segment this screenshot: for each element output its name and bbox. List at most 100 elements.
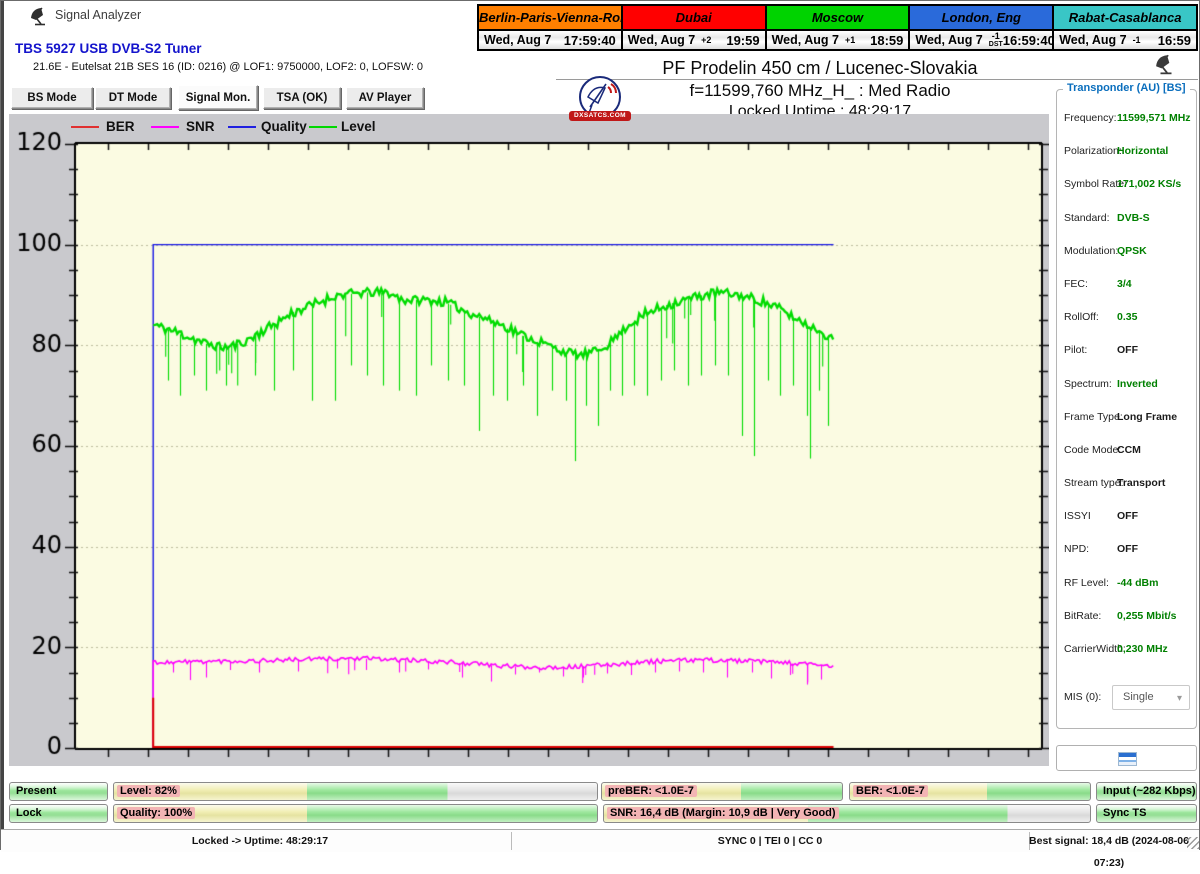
clock-time: 16:59 bbox=[1157, 32, 1191, 48]
status-sync-tei-cc: SYNC 0 | TEI 0 | CC 0 bbox=[717, 835, 823, 847]
transponder-row-label: BitRate: bbox=[1064, 609, 1102, 622]
clock-city-label: Berlin-Paris-Vienna-Roma bbox=[479, 6, 621, 31]
transponder-row-label: FEC: bbox=[1064, 277, 1088, 290]
transponder-row-label: RollOff: bbox=[1064, 311, 1099, 324]
snapshot-icon bbox=[1118, 752, 1137, 766]
transponder-row-label: Pilot: bbox=[1064, 344, 1088, 357]
preber-meter: preBER: <1.0E-7 bbox=[601, 782, 843, 801]
tab-signal-mon[interactable]: Signal Mon. bbox=[178, 85, 258, 110]
clock-time: 19:59 bbox=[726, 32, 760, 48]
transponder-panel-title: Transponder (AU) [BS] bbox=[1063, 82, 1190, 94]
transponder-row-value: 3/4 bbox=[1117, 277, 1132, 290]
transponder-rows: Frequency: 11599,571 MHz Polarization: Hori… bbox=[1057, 112, 1196, 657]
transponder-row-label: Frequency: bbox=[1064, 112, 1117, 124]
input-indicator: Input (~282 Kbps) bbox=[1096, 782, 1197, 801]
transponder-row: RollOff: 0.35 bbox=[1057, 311, 1196, 325]
clock-berlin: Berlin-Paris-Vienna-Roma Wed, Aug 7 17:5… bbox=[479, 6, 621, 49]
status-best-signal: Best signal: 18,4 dB (2024-08-06 07:23) bbox=[1029, 835, 1189, 869]
transponder-row-label: Spectrum: bbox=[1064, 377, 1112, 390]
snr-meter: SNR: 16,4 dB (Margin: 10,9 dB | Very Goo… bbox=[603, 804, 1091, 823]
tab-tsa[interactable]: TSA (OK) bbox=[263, 87, 341, 109]
legend-ber-line bbox=[71, 126, 99, 128]
transponder-row: FEC: 3/4 bbox=[1057, 278, 1196, 292]
transponder-row-value: QPSK bbox=[1117, 244, 1147, 257]
window-title: Signal Analyzer bbox=[55, 8, 142, 22]
clock-city-label: Moscow bbox=[766, 6, 909, 31]
sync-ts-indicator: Sync TS bbox=[1096, 804, 1197, 823]
clock-city-label: Dubai bbox=[622, 6, 765, 31]
transponder-row-value: CCM bbox=[1117, 443, 1141, 456]
clock-time: 16:59:40 bbox=[1002, 32, 1055, 48]
app-window: Signal Analyzer Berlin-Paris-Vienna-Roma… bbox=[0, 0, 1200, 869]
transponder-row-value: DVB-S bbox=[1117, 211, 1150, 224]
clock-date: Wed, Aug 7 bbox=[771, 33, 839, 47]
transponder-row-value: 171,002 KS/s bbox=[1117, 178, 1182, 191]
transponder-row-label: NPD: bbox=[1064, 543, 1090, 556]
transponder-row-label: Code Mode: bbox=[1064, 443, 1122, 456]
clock-london: London, Eng Wed, Aug 7 -1 DST 16:59:40 bbox=[908, 6, 1055, 49]
transponder-row-value: Inverted bbox=[1117, 377, 1158, 390]
resize-grip[interactable] bbox=[1187, 837, 1199, 849]
transponder-row: Modulation: QPSK bbox=[1057, 245, 1196, 259]
transponder-row-value: Long Frame bbox=[1117, 410, 1178, 423]
transponder-row-label: Standard: bbox=[1064, 211, 1110, 224]
clock-time: 18:59 bbox=[870, 32, 904, 48]
transponder-row: NPD: OFF bbox=[1057, 543, 1196, 557]
dxsatcs-logo: DXSATCS.COM bbox=[567, 75, 633, 125]
transponder-row-label: Modulation: bbox=[1064, 244, 1119, 257]
clock-date: Wed, Aug 7 bbox=[915, 33, 983, 47]
clock-date: Wed, Aug 7 bbox=[627, 33, 696, 47]
transponder-row: Stream type: Transport bbox=[1057, 477, 1196, 491]
dxsatcs-logo-text: DXSATCS.COM bbox=[569, 111, 631, 121]
window-left-edge bbox=[1, 1, 4, 851]
transponder-panel: Transponder (AU) [BS] Frequency: 11599,57… bbox=[1056, 82, 1197, 729]
transponder-row: Symbol Rate: 171,002 KS/s bbox=[1057, 178, 1196, 192]
transponder-row: Frequency: 11599,571 MHz bbox=[1057, 112, 1196, 126]
mis-label: MIS (0): bbox=[1064, 691, 1102, 703]
tab-dt-mode[interactable]: DT Mode bbox=[95, 87, 171, 109]
clock-date: Wed, Aug 7 bbox=[1059, 33, 1127, 47]
clock-time: 17:59:40 bbox=[563, 32, 616, 48]
satellite-dish-mini-icon bbox=[1156, 54, 1172, 75]
transponder-row-value: 0,255 Mbit/s bbox=[1117, 609, 1177, 622]
transponder-row-label: RF Level: bbox=[1064, 576, 1109, 589]
transponder-row: CarrierWidth: 0,230 MHz bbox=[1057, 643, 1196, 657]
transponder-row: Standard: DVB-S bbox=[1057, 212, 1196, 226]
transponder-row: RF Level: -44 dBm bbox=[1057, 577, 1196, 591]
clock-date: Wed, Aug 7 bbox=[484, 33, 552, 47]
status-bar: Locked -> Uptime: 48:29:17 SYNC 0 | TEI … bbox=[1, 829, 1199, 869]
snapshot-button[interactable] bbox=[1056, 745, 1197, 771]
transponder-row: Pilot: OFF bbox=[1057, 344, 1196, 358]
transponder-row: ISSYI OFF bbox=[1057, 510, 1196, 524]
legend-level-line bbox=[309, 126, 337, 128]
legend-quality-label: Quality bbox=[261, 119, 307, 134]
satellite-dish-icon bbox=[31, 7, 45, 26]
antenna-location-label: PF Prodelin 450 cm / Lucenec-Slovakia bbox=[662, 58, 978, 78]
tab-av-player[interactable]: AV Player bbox=[346, 87, 424, 109]
transponder-row-value: 0,230 MHz bbox=[1117, 643, 1168, 655]
transponder-row-value: 11599,571 MHz bbox=[1117, 112, 1191, 124]
legend-ber-label: BER bbox=[106, 119, 135, 134]
transponder-row-label: ISSYI bbox=[1064, 510, 1091, 523]
transponder-row-label: Polarization: bbox=[1064, 145, 1122, 158]
transponder-row-value: 0.35 bbox=[1117, 311, 1138, 324]
transponder-row: Polarization: Horizontal bbox=[1057, 145, 1196, 159]
tab-bs-mode[interactable]: BS Mode bbox=[11, 87, 93, 109]
present-indicator: Present bbox=[9, 782, 108, 801]
chevron-down-icon: ▾ bbox=[1176, 693, 1182, 704]
mis-dropdown[interactable]: Single ▾ bbox=[1112, 685, 1190, 710]
legend-snr-label: SNR bbox=[186, 119, 215, 134]
clock-rabat: Rabat-Casablanca Wed, Aug 7 -1 16:59 bbox=[1052, 6, 1196, 49]
clock-dubai: Dubai Wed, Aug 7 +2 19:59 bbox=[620, 6, 765, 49]
world-clocks: Berlin-Paris-Vienna-Roma Wed, Aug 7 17:5… bbox=[477, 4, 1198, 51]
transponder-row-value: Transport bbox=[1117, 477, 1166, 490]
transponder-row-value: Horizontal bbox=[1117, 145, 1169, 158]
ber-meter: BER: <1.0E-7 bbox=[849, 782, 1091, 801]
transponder-row: Code Mode: CCM bbox=[1057, 444, 1196, 458]
signal-chart bbox=[9, 114, 1049, 766]
lock-indicator: Lock bbox=[9, 804, 108, 823]
transponder-row-value: OFF bbox=[1117, 510, 1138, 523]
status-locked-uptime: Locked -> Uptime: 48:29:17 bbox=[191, 835, 329, 847]
transponder-row: Frame Type: Long Frame bbox=[1057, 411, 1196, 425]
transponder-row-value: -44 dBm bbox=[1117, 576, 1159, 589]
